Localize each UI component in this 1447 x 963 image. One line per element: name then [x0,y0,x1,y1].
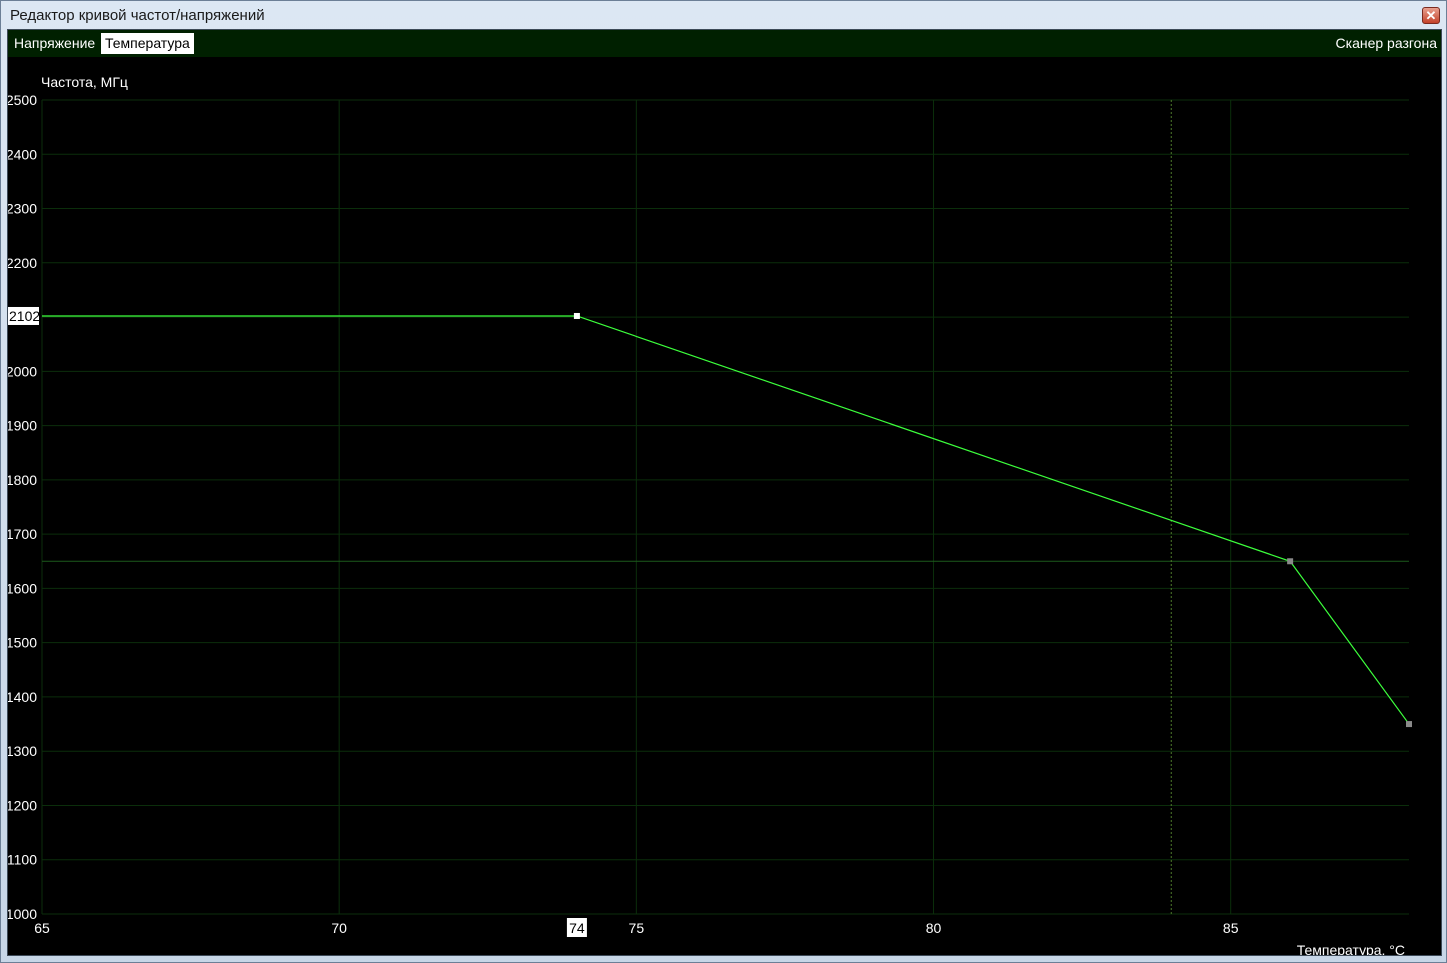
x-tick-label: 80 [926,920,942,936]
y-tick-label: 1800 [8,472,37,488]
y-tick-label: 1500 [8,635,37,651]
y-tick-label: 1200 [8,797,37,813]
selected-temperature-label: 74 [569,920,585,936]
y-tick-label: 2400 [8,146,37,162]
y-tick-label: 1300 [8,743,37,759]
y-tick-label: 2000 [8,363,37,379]
frequency-temperature-chart[interactable]: 1000 1100 1200 1300 1400 1500 1600 1700 1800 1900… [8,30,1441,955]
x-tick-label: 85 [1223,920,1239,936]
y-tick-label: 2300 [8,201,37,217]
selected-frequency-label: 2102 [9,308,40,324]
y-tick-label: 2500 [8,92,37,108]
x-tick-label: 70 [331,920,347,936]
close-button[interactable]: ✕ [1422,7,1440,24]
title-bar[interactable]: Редактор кривой частот/напряжений ✕ [1,1,1446,29]
y-tick-label: 1000 [8,906,37,922]
curve-editor: Напряжение Температура Сканер разгона 10… [7,29,1442,956]
curve-point[interactable] [573,312,580,319]
curve-point[interactable] [1287,558,1294,565]
window-title: Редактор кривой частот/напряжений [10,7,265,24]
curve-point[interactable] [1406,721,1412,728]
x-tick-label: 65 [34,920,50,936]
y-tick-label: 1100 [8,852,37,868]
x-axis-label: Температура, °C [1297,942,1405,955]
y-tick-label: 1600 [8,580,37,596]
frequency-curve [42,315,1410,725]
y-tick-label: 2200 [8,255,37,271]
y-axis-label: Частота, МГц [41,74,128,90]
window: Редактор кривой частот/напряжений ✕ Напр… [0,0,1447,963]
y-tick-label: 1400 [8,689,37,705]
y-tick-label: 1900 [8,418,37,434]
x-tick-label: 75 [629,920,645,936]
y-tick-label: 1700 [8,526,37,542]
